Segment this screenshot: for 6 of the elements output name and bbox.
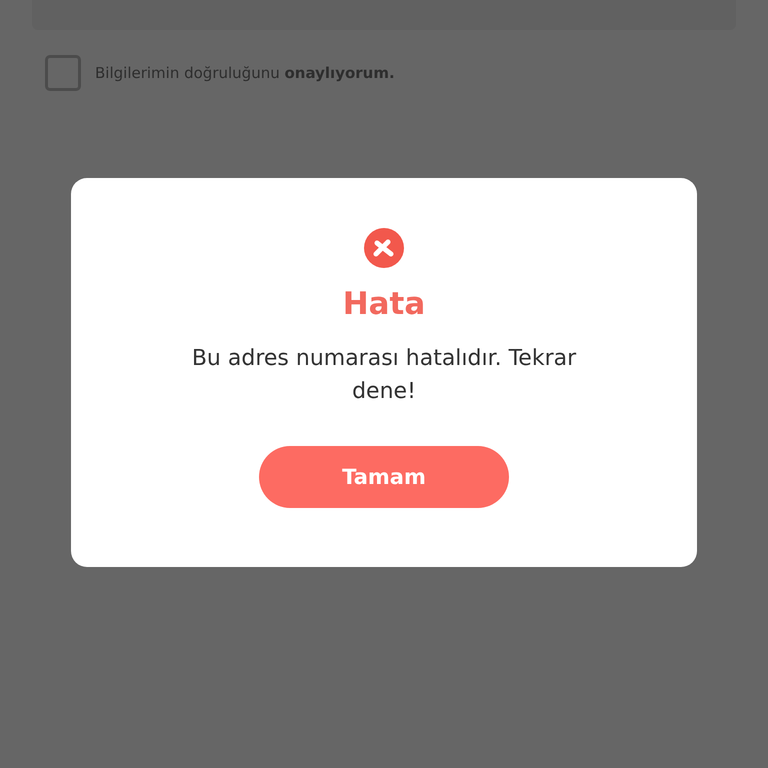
error-icon [364, 228, 404, 268]
dialog-message: Bu adres numarası hatalıdır. Tekrar dene! [190, 345, 578, 406]
ok-button[interactable]: Tamam [259, 446, 509, 508]
checkbox[interactable] [45, 55, 81, 91]
checkbox-label: Bilgilerimin doğruluğunu onaylıyorum. [95, 64, 395, 82]
dialog-title: Hata [342, 286, 426, 322]
